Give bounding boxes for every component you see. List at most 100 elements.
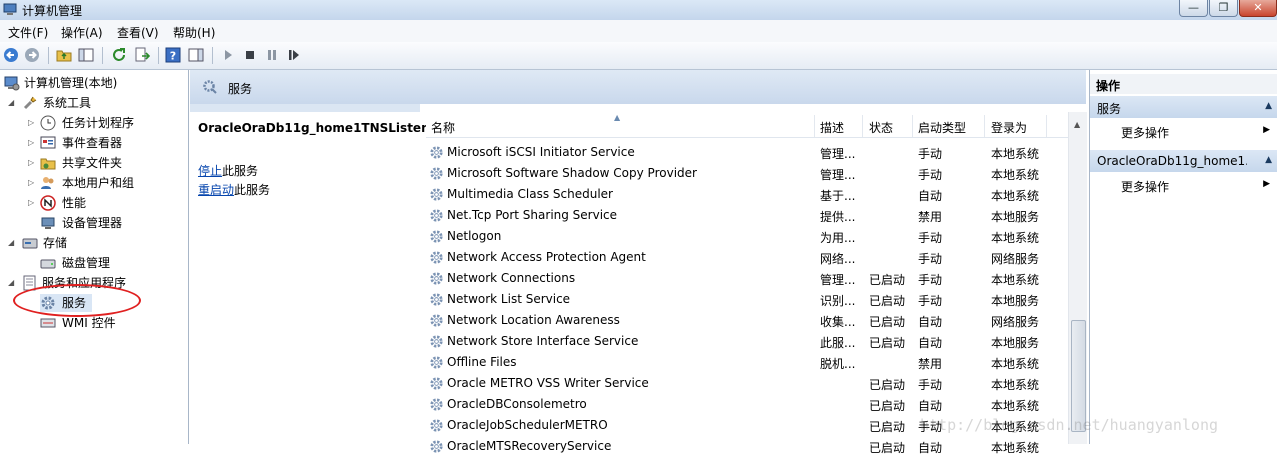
vertical-scrollbar[interactable]: ▲ — [1068, 112, 1087, 444]
back-icon[interactable] — [3, 47, 19, 63]
service-row[interactable]: Netlogon 为用... 手动 本地系统 — [426, 226, 1066, 247]
column-header-startup-type[interactable]: 启动类型 — [918, 119, 966, 136]
start-service-icon[interactable] — [220, 47, 236, 63]
service-logon: 本地系统 — [991, 147, 1040, 161]
show-hide-action-pane-icon[interactable] — [188, 47, 204, 63]
column-header-logon-as[interactable]: 登录为 — [991, 119, 1027, 136]
pause-service-icon[interactable] — [264, 47, 280, 63]
scroll-up-icon[interactable]: ▲ — [1074, 120, 1080, 129]
actions-title: 操作 — [1096, 79, 1121, 93]
service-name: Offline Files — [447, 355, 517, 369]
column-header-status[interactable]: 状态 — [869, 119, 893, 136]
collapse-arrow-icon[interactable]: ▲ — [1265, 101, 1272, 111]
tree-label: 设备管理器 — [62, 216, 123, 230]
collapsed-arrow-icon[interactable]: ▷ — [28, 114, 36, 132]
maximize-icon: ❐ — [1218, 1, 1229, 14]
actions-section-services[interactable]: 服务 ▲ — [1090, 96, 1277, 118]
service-startup: 自动 — [918, 441, 943, 455]
collapsed-arrow-icon[interactable]: ▷ — [28, 174, 36, 192]
toolbar-separator — [102, 47, 103, 64]
link-suffix: 此服务 — [234, 183, 271, 197]
collapsed-arrow-icon[interactable]: ▷ — [28, 134, 36, 152]
close-button[interactable]: ✕ — [1239, 0, 1277, 17]
service-row[interactable]: Offline Files 脱机... 禁用 本地系统 — [426, 352, 1066, 373]
up-folder-icon[interactable] — [56, 47, 72, 63]
tree-label: 存储 — [43, 236, 68, 250]
refresh-icon[interactable] — [111, 47, 127, 63]
show-hide-tree-icon[interactable] — [78, 47, 94, 63]
minimize-icon: — — [1188, 1, 1199, 14]
menu-view[interactable]: 查看(V) — [117, 24, 159, 41]
service-gear-icon — [430, 377, 443, 390]
service-name: OracleDBConsolemetro — [447, 397, 587, 411]
column-separator[interactable] — [814, 115, 815, 137]
service-row[interactable]: Network Access Protection Agent 网络... 手动 网络… — [426, 247, 1066, 268]
service-row[interactable]: Network List Service 识别... 已启动 手动 本地服务 — [426, 289, 1066, 310]
action-label: 更多操作 — [1121, 126, 1170, 140]
column-header-row: 名称 ▲ 描述 状态 启动类型 登录为 — [426, 113, 1086, 138]
disk-management-icon — [40, 259, 56, 269]
column-separator[interactable] — [1046, 115, 1047, 137]
collapse-arrow-icon[interactable]: ▲ — [1265, 155, 1272, 165]
maximize-button[interactable]: ❐ — [1209, 0, 1238, 17]
service-gear-icon — [430, 335, 443, 348]
service-status: 已启动 — [869, 294, 906, 308]
service-row[interactable]: Multimedia Class Scheduler 基于... 自动 本地系统 — [426, 184, 1066, 205]
actions-section-selected-service[interactable]: OracleOraDb11g_home1... ▲ — [1090, 150, 1277, 172]
service-gear-icon — [430, 440, 443, 453]
service-row[interactable]: Oracle METRO VSS Writer Service 已启动 手动 本地系统 — [426, 373, 1066, 394]
column-header-separator[interactable] — [912, 115, 913, 137]
menu-action[interactable]: 操作(A) — [61, 24, 103, 41]
restart-service-icon[interactable] — [286, 47, 302, 63]
link-suffix: 此服务 — [222, 164, 259, 178]
service-row[interactable]: Microsoft iSCSI Initiator Service 管理... 手动… — [426, 142, 1066, 163]
service-row[interactable]: Network Connections 管理... 已启动 手动 本地系统 — [426, 268, 1066, 289]
service-gear-icon — [430, 251, 443, 264]
stop-service-icon[interactable] — [242, 47, 258, 63]
service-gear-icon — [430, 293, 443, 306]
service-name: Oracle METRO VSS Writer Service — [447, 376, 649, 390]
more-actions-item[interactable]: 更多操作 ▶ — [1090, 175, 1277, 195]
tree-label: 系统工具 — [43, 96, 92, 110]
window-title: 计算机管理 — [22, 4, 83, 18]
column-separator[interactable] — [984, 115, 985, 137]
tree-label: 磁盘管理 — [62, 256, 111, 270]
menu-help[interactable]: 帮助(H) — [173, 24, 215, 41]
service-gear-icon — [430, 356, 443, 369]
service-gear-icon — [430, 419, 443, 432]
svg-text:?: ? — [170, 50, 176, 63]
service-name: Microsoft Software Shadow Copy Provider — [447, 166, 697, 180]
column-header-description[interactable]: 描述 — [820, 119, 844, 136]
service-logon: 网络服务 — [991, 252, 1040, 266]
help-icon[interactable]: ? — [165, 47, 181, 63]
more-actions-item[interactable]: 更多操作 ▶ — [1090, 121, 1277, 141]
service-logon: 本地系统 — [991, 189, 1040, 203]
export-list-icon[interactable] — [134, 47, 150, 63]
toolbar-separator — [158, 47, 159, 64]
collapsed-arrow-icon[interactable]: ▷ — [28, 154, 36, 172]
minimize-button[interactable]: — — [1179, 0, 1208, 17]
restart-service-link[interactable]: 重启动 — [198, 183, 234, 197]
menu-file[interactable]: 文件(F) — [8, 24, 48, 41]
service-desc: 管理... — [820, 168, 856, 182]
expanded-arrow-icon[interactable]: ◢ — [8, 274, 16, 292]
service-row[interactable]: Network Store Interface Service 此服... 已启动自… — [426, 331, 1066, 352]
column-header-name[interactable]: 名称 — [431, 119, 455, 136]
service-row[interactable]: Network Location Awareness 收集... 已启动 自动 网络服务 — [426, 310, 1066, 331]
expanded-arrow-icon[interactable]: ◢ — [8, 234, 16, 252]
column-separator[interactable] — [862, 115, 863, 137]
device-manager-icon — [41, 217, 55, 229]
service-status: 已启动 — [869, 399, 906, 413]
service-logon: 本地服务 — [991, 336, 1040, 350]
stop-service-link[interactable]: 停止 — [198, 164, 222, 178]
services-pane: 服务 OracleOraDb11g_home1TNSListener 停止此服务… — [190, 70, 1087, 455]
pane-header: 服务 — [190, 70, 1086, 104]
expanded-arrow-icon[interactable]: ◢ — [8, 94, 16, 112]
service-row[interactable]: Microsoft Software Shadow Copy Provider 管… — [426, 163, 1066, 184]
service-row[interactable]: OracleDBConsolemetro 已启动 自动 本地系统 — [426, 394, 1066, 415]
service-row[interactable]: Net.Tcp Port Sharing Service 提供... 禁用 本地服务 — [426, 205, 1066, 226]
forward-icon[interactable] — [24, 47, 40, 63]
collapsed-arrow-icon[interactable]: ▷ — [28, 194, 36, 212]
service-row[interactable]: OracleMTSRecoveryService 已启动 自动 本地系统 — [426, 436, 1066, 457]
service-startup: 禁用 — [918, 210, 943, 224]
